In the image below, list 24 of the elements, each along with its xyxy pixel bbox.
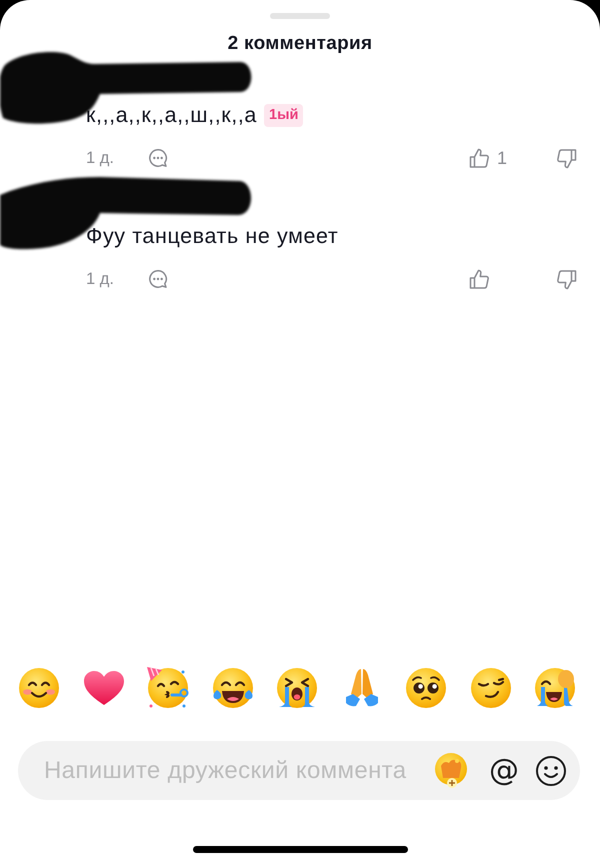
pleading-face-icon[interactable]	[404, 666, 448, 710]
thumbs-up-icon[interactable]	[468, 147, 490, 169]
comment-time: 1 д.	[86, 270, 114, 288]
crying-face-icon[interactable]	[275, 666, 319, 710]
mention-button[interactable]: @	[489, 754, 519, 788]
party-face-icon[interactable]	[146, 666, 190, 710]
thumbs-down-icon[interactable]	[556, 268, 578, 290]
laughing-face-icon[interactable]	[210, 666, 254, 710]
comment-text: Фуу танцевать не умеет	[86, 224, 338, 248]
comment-text: к,,,а,,к,,а,,ш,,к,,а	[86, 103, 257, 127]
sticker-icon[interactable]	[433, 752, 469, 789]
thumbs-up-icon[interactable]	[468, 268, 490, 290]
like-count: 1	[497, 148, 508, 168]
smiling-face-icon[interactable]	[17, 666, 61, 710]
reply-icon[interactable]	[148, 269, 168, 289]
comment-time: 1 д.	[86, 148, 114, 168]
thumbs-down-icon[interactable]	[556, 147, 578, 169]
rank-badge: 1ый	[264, 104, 304, 126]
emoji-icon[interactable]	[535, 754, 567, 786]
smirking-face-icon[interactable]	[468, 666, 512, 710]
sheet-title: 2 комментария	[228, 33, 372, 55]
reply-icon[interactable]	[148, 148, 168, 168]
drag-handle[interactable]	[270, 13, 330, 19]
sobbing-face-icon[interactable]	[533, 666, 577, 710]
